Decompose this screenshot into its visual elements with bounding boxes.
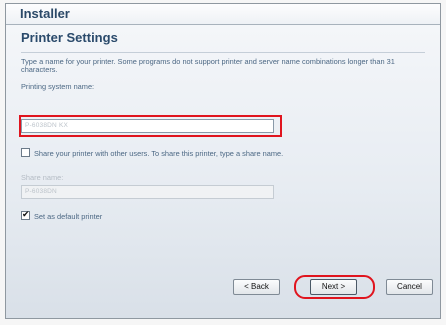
back-button[interactable]: < Back — [233, 279, 280, 295]
printing-system-name-label: Printing system name: — [21, 82, 95, 91]
description-text: Type a name for your printer. Some progr… — [21, 57, 395, 75]
share-name-value: P-6038DN — [25, 188, 57, 195]
share-name-label: Share name: — [21, 173, 64, 182]
next-button-highlight — [294, 275, 375, 299]
share-printer-checkbox[interactable] — [21, 148, 30, 157]
title-bar: Installer — [6, 4, 440, 25]
share-name-input[interactable]: P-6038DN — [21, 185, 274, 199]
share-printer-label: Share your printer with other users. To … — [34, 149, 284, 158]
content-panel: Printer Settings Type a name for your pr… — [6, 25, 440, 318]
window-title: Installer — [20, 6, 70, 21]
page-title: Printer Settings — [21, 30, 118, 45]
cancel-button[interactable]: Cancel — [386, 279, 433, 295]
heading-divider — [21, 52, 425, 53]
printing-system-name-highlight — [19, 115, 282, 137]
installer-window: Installer Printer Settings Type a name f… — [5, 3, 441, 319]
default-printer-checkbox[interactable]: ✔ — [21, 209, 30, 220]
checkmark-icon: ✔ — [22, 209, 30, 219]
default-printer-label: Set as default printer — [34, 212, 103, 221]
